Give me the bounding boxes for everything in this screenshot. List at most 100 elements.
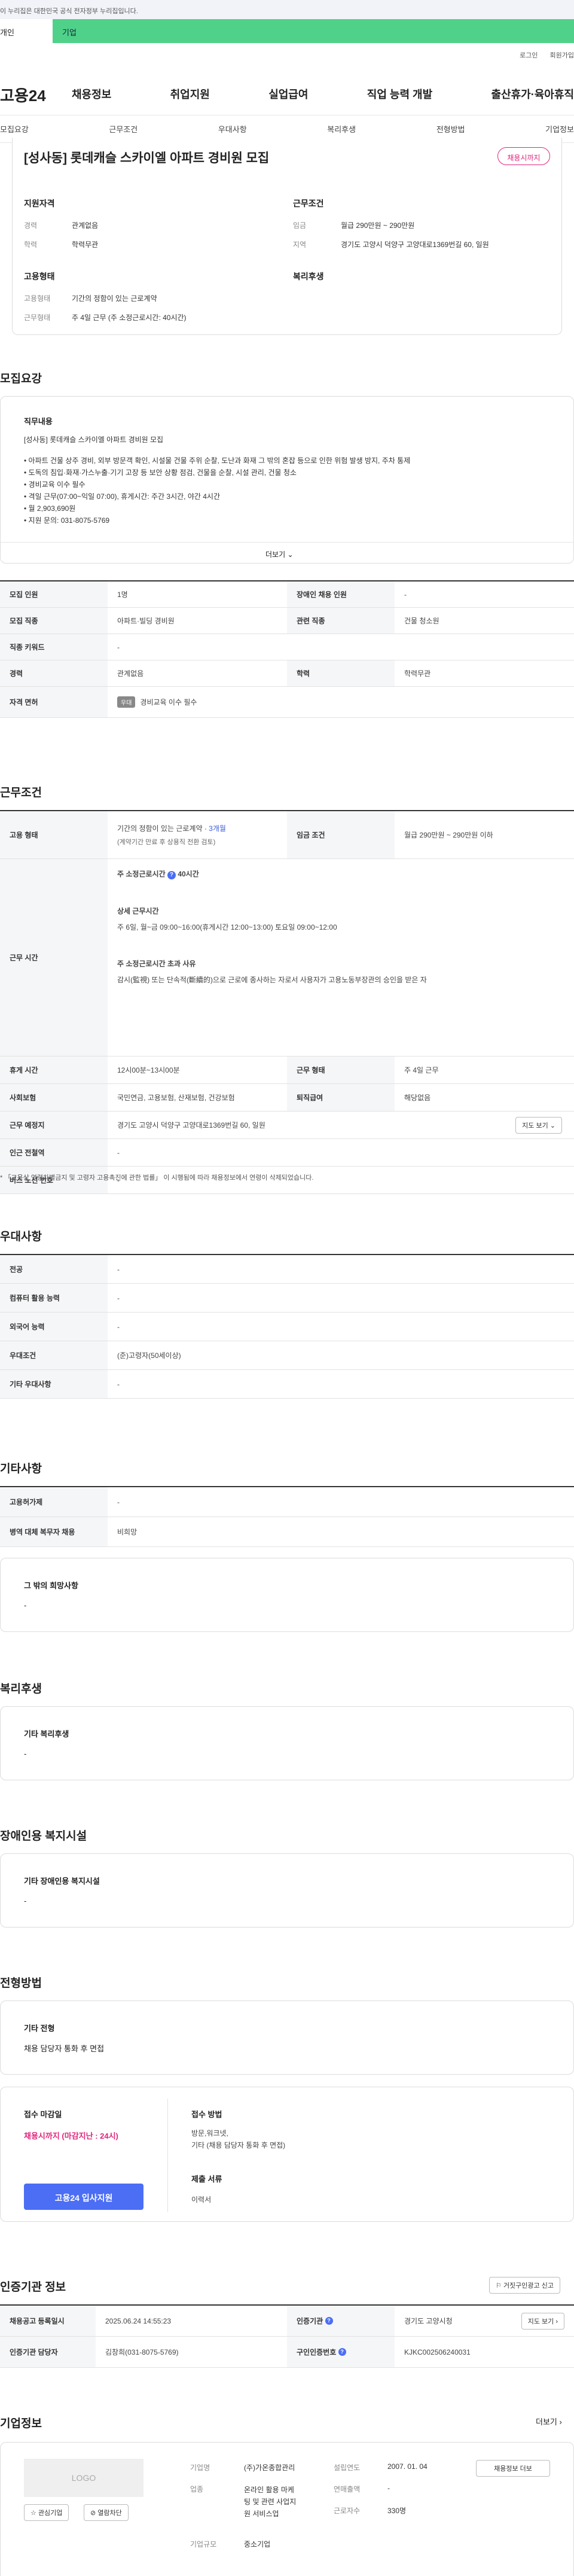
subnav-item[interactable]: 기업정보 [545, 123, 574, 135]
table-cell: 관계없음 [117, 669, 144, 678]
method-line: 방문,워크넷, [191, 2129, 228, 2137]
table-header: 임금 조건 [287, 811, 395, 858]
login-link[interactable]: 로그인 [520, 50, 538, 60]
gnb-item[interactable]: 출산휴가·육아휴직 [491, 86, 574, 102]
cert-no-label: 구인인증번호 [297, 2348, 337, 2356]
weekly-hours-value: 40시간 [178, 870, 199, 878]
map-button[interactable]: 지도 보기 ⌄ [515, 1116, 562, 1134]
table-header: 사회보험 [0, 1084, 108, 1111]
more-label: 더보기 [536, 2417, 557, 2426]
screening-subheading: 기타 전형 [24, 2024, 55, 2033]
table-row: 경력 관계없음 학력 학력무관 [0, 660, 574, 687]
detail-hours-label: 상세 근무시간 [117, 907, 159, 915]
table-row: 자격 면허 우대 경비교육 이수 필수 [0, 687, 574, 718]
info-icon[interactable]: ? [325, 2317, 333, 2325]
table-header: 경력 [0, 660, 108, 686]
gnb-item[interactable]: 취업지원 [170, 86, 210, 102]
table-cell: 2025.06.24 14:55:23 [105, 2316, 172, 2325]
table-cell: 경기도 고양시청 지도 보기 › [395, 2306, 574, 2336]
subnav-item[interactable]: 우대사항 [218, 123, 247, 135]
duty-line: • 격일 근무(07:00~익일 07:00), 휴게시간: 주간 3시간, 야… [24, 492, 221, 501]
block-label: 열람차단 [97, 2510, 122, 2517]
main-nav: 채용정보 취업지원 실업급여 직업 능력 개발 출산휴가·육아휴직 [72, 86, 574, 102]
table-header: 근무 예정지 [0, 1112, 108, 1138]
favorite-button[interactable]: ☆ 관심기업 [24, 2504, 69, 2521]
employment-type-heading: 고용형태 [24, 272, 55, 281]
deadline-heading: 접수 마감일 [24, 2110, 62, 2119]
table-cell: - [117, 1497, 120, 1506]
workplace-value: 경기도 고양시 덕양구 고양대로1369번길 60, 일원 [117, 1121, 265, 1129]
subnav-item[interactable]: 모집요강 [0, 123, 29, 135]
table-cell: 비희망 [117, 1528, 138, 1536]
table-row: 컴퓨터 활용 능력 - [0, 1284, 574, 1313]
company-jobs-button[interactable]: 채용정보 더보 [476, 2460, 550, 2477]
subnav-item[interactable]: 전형방법 [436, 123, 465, 135]
work-value: 주 4일 근무 (주 소정근로시간: 40시간) [72, 313, 187, 322]
edu-value: 학력무관 [72, 240, 99, 249]
section-heading-pref: 우대사항 [0, 1231, 42, 1243]
company-name-value: (주)가온종합관리 [244, 2464, 295, 2472]
block-button[interactable]: ⊘ 열람차단 [84, 2504, 129, 2521]
weekly-hours-label: 주 소정근로시간 [117, 870, 166, 878]
tab-company[interactable]: 기업 [53, 19, 574, 43]
block-icon: ⊘ [90, 2510, 96, 2517]
agency-label: 인증기관 [297, 2317, 323, 2325]
subnav-item[interactable]: 근무조건 [109, 123, 138, 135]
subnav-item[interactable]: 복리후생 [327, 123, 356, 135]
gnb-item[interactable]: 직업 능력 개발 [367, 86, 432, 102]
info-icon[interactable]: ? [338, 2348, 346, 2356]
table-header: 관련 직종 [287, 608, 395, 634]
table-header: 퇴직급여 [287, 1084, 395, 1111]
gov-banner: 이 누리집은 대한민국 공식 전자정부 누리집입니다. [0, 0, 574, 19]
more-button[interactable]: 더보기 ⌄ [265, 549, 294, 559]
method-heading: 접수 방법 [191, 2110, 222, 2119]
table-row: 기타 우대사항 - [0, 1370, 574, 1399]
site-logo[interactable]: 고용24 [0, 84, 46, 106]
table-cell: 아파트·빌딩 경비원 [117, 617, 175, 625]
gnb-item[interactable]: 실업급여 [268, 86, 308, 102]
table-cell: 주 4일 근무 [404, 1066, 439, 1074]
signup-link[interactable]: 회원가입 [550, 50, 574, 60]
table-cell: - [117, 1380, 120, 1389]
apply-button[interactable]: 고용24 입사지원 [24, 2184, 144, 2210]
map-label: 지도 보기 [527, 2318, 554, 2325]
duty-line: • 경비교육 이수 필수 [24, 480, 86, 489]
detail-hours-value: 주 6일, 월~금 09:00~16:00(휴게시간 12:00~13:00) … [117, 923, 337, 931]
contract-period-link[interactable]: 3개월 [209, 824, 226, 833]
table-row: 모집 직종 아파트·빌딩 경비원 관련 직종 건물 청소원 [0, 608, 574, 634]
table-cell: 우대 경비교육 이수 필수 [108, 687, 574, 717]
table-cell: KJKC002506240031 [404, 2347, 471, 2356]
section-heading-company: 기업정보 [0, 2417, 42, 2430]
welfare-value: - [24, 1749, 27, 1758]
method-value: 방문,워크넷, 기타 (채용 담당자 통화 후 면접) [191, 2127, 285, 2151]
table-row: 근무 예정지 경기도 고양시 덕양구 고양대로1369번길 60, 일원 지도 보… [0, 1112, 574, 1139]
star-icon: ☆ [30, 2510, 36, 2517]
table-header: 전공 [0, 1255, 108, 1283]
table-row: 직종 키워드 - [0, 634, 574, 660]
info-icon[interactable]: ? [167, 871, 176, 879]
table-cell: 12시00분~13시00분 [117, 1066, 180, 1074]
table-cell: 기간의 정함이 있는 근로계약 · 3개월 (계약기간 만료 후 상용직 전환 … [108, 811, 287, 858]
qualification-heading: 지원자격 [24, 199, 55, 208]
company-name-label: 기업명 [190, 2464, 210, 2472]
emp-type-value: 기간의 정함이 있는 근로계약 · [117, 824, 209, 833]
company-sales-label: 연매출액 [334, 2485, 361, 2493]
duty-line: • 지원 문의: 031-8075-5769 [24, 516, 110, 525]
table-cell: - [117, 643, 120, 651]
company-emp-label: 근로자수 [334, 2507, 361, 2515]
table-cell: 1명 [117, 590, 128, 599]
emp-value: 기간의 정함이 있는 근로계약 [72, 294, 157, 303]
agency-map-button[interactable]: 지도 보기 › [521, 2312, 564, 2330]
user-type-tabs: 개인 기업 [0, 19, 574, 43]
table-row: 우대조건 (준)고령자(50세이상) [0, 1341, 574, 1370]
table-header: 근무 시간 [0, 859, 108, 1056]
tab-individual[interactable]: 개인 [0, 19, 53, 43]
company-more-link[interactable]: 더보기 › [536, 2416, 562, 2427]
disabled-card [0, 1853, 574, 1928]
gnb-item[interactable]: 채용정보 [72, 86, 111, 102]
welfare-heading: 복리후생 [293, 272, 324, 281]
recruit-table: 모집 인원 1명 장애인 채용 인원 - 모집 직종 아파트·빌딩 경비원 관련… [0, 580, 574, 718]
more-label: 더보기 [265, 550, 286, 559]
report-button[interactable]: ⚐ 거짓구인광고 신고 [489, 2277, 560, 2294]
table-header: 학력 [287, 660, 395, 686]
